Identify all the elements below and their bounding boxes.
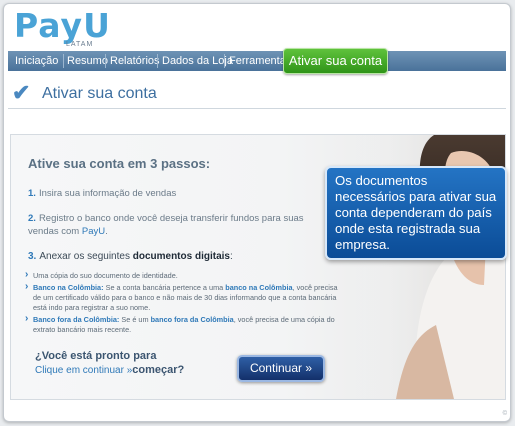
bullet-text: Se é um	[119, 315, 151, 324]
ready-question: ¿Você está pronto para	[35, 350, 157, 362]
nav-separator	[105, 54, 106, 68]
step-3-number: 3.	[28, 251, 37, 262]
step-1-text: Insira sua informação de vendas	[38, 188, 177, 199]
list-item: Uma cópia do suo documento de identidade…	[25, 270, 340, 281]
nav-item-iniciacao[interactable]: Iniciação	[12, 51, 61, 71]
step-3: 3. Anexar os seguintes documentos digitai…	[28, 250, 233, 263]
logo-text: PayU	[14, 6, 111, 45]
nav-item-ativar-sua-conta[interactable]: Ativar sua conta	[283, 48, 388, 74]
bullet-text: Se a conta bancária pertence a uma	[103, 283, 226, 292]
nav-separator	[224, 54, 225, 68]
payu-link[interactable]: PayU	[82, 226, 105, 237]
payu-logo[interactable]: PayU LATAM	[14, 9, 111, 49]
info-tooltip: Os documentos necessários para ativar su…	[325, 166, 507, 260]
copyright: ©	[502, 411, 507, 417]
bullet-highlight: Banco na Colômbia:	[33, 283, 104, 292]
step-3-after: :	[229, 251, 233, 262]
step-2-after: .	[105, 226, 108, 237]
step-3-text: Anexar os seguintes	[39, 251, 133, 262]
header-divider	[8, 108, 506, 109]
step-1: 1. Insira sua informação de vendas	[28, 187, 176, 200]
main-nav: Iniciação Resumo Relatórios Dados da Loj…	[8, 48, 506, 74]
bullet-text: Uma cópia do suo documento de identidade…	[33, 271, 178, 280]
ready-sub-strong: começar?	[132, 364, 185, 376]
bullet-highlight: banco na Colômbia	[225, 283, 293, 292]
ready-sub-prefix: Clique em continuar »	[35, 365, 133, 376]
checkmark-icon: ✔	[12, 80, 31, 105]
nav-item-relatorios[interactable]: Relatórios	[107, 51, 163, 71]
step-2: 2. Registro o banco onde você deseja tran…	[28, 212, 328, 238]
list-item: Banco na Colômbia: Se a conta bancária p…	[25, 282, 340, 313]
bullet-highlight: Banco fora da Colômbia:	[33, 315, 120, 324]
ready-subtext: Clique em continuar »começar?	[35, 364, 184, 376]
continue-button[interactable]: Continuar »	[237, 355, 325, 382]
step-2-text: Registro o banco onde você deseja transf…	[28, 213, 304, 237]
step-1-number: 1.	[28, 188, 36, 199]
step-2-number: 2.	[28, 213, 36, 224]
nav-item-resumo[interactable]: Resumo	[64, 51, 111, 71]
step-3-strong: documentos digitais	[132, 251, 230, 262]
nav-separator	[157, 54, 158, 68]
page-header: ✔ Ativar sua conta	[8, 76, 506, 108]
bullet-highlight: banco fora da Colômbia	[150, 315, 234, 324]
list-item: Banco fora da Colômbia: Se é um banco fo…	[25, 314, 340, 335]
document-list: Uma cópia do suo documento de identidade…	[25, 270, 340, 337]
steps-title: Ative sua conta em 3 passos:	[28, 156, 211, 171]
logo-subtext: LATAM	[66, 41, 94, 48]
page-title: Ativar sua conta	[42, 85, 157, 102]
